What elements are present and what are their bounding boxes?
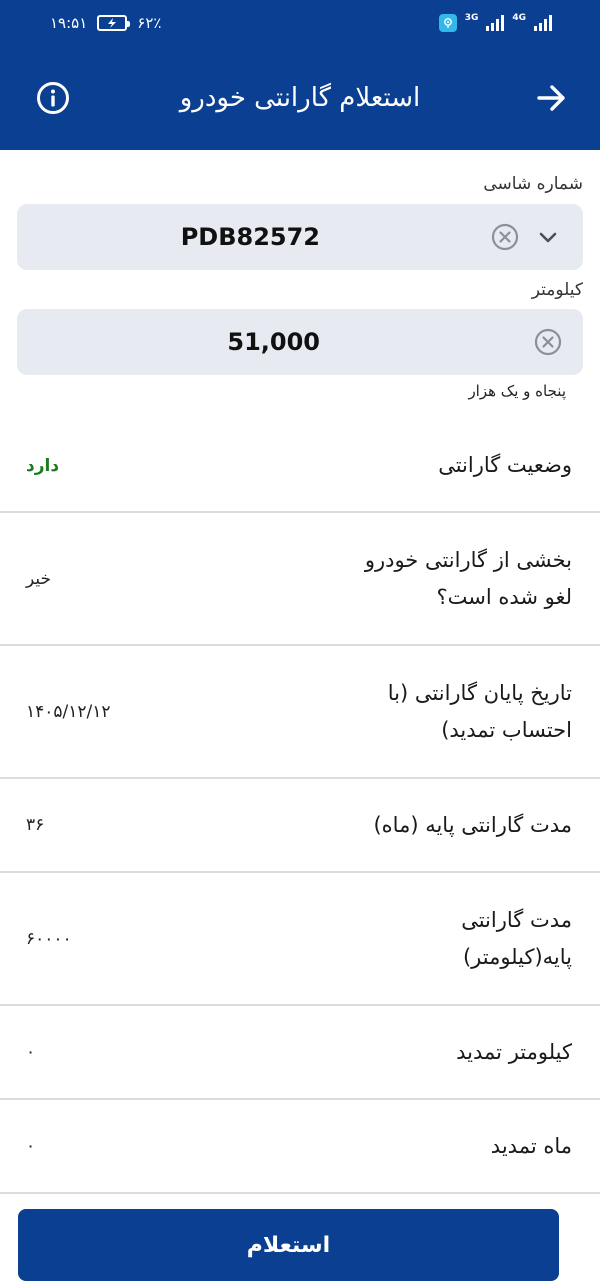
signal-icon-2 (534, 14, 552, 31)
row-value: ۰ (26, 1136, 36, 1156)
result-list: وضعیت گارانتی دارد بخشی از گارانتی خودرو… (0, 420, 600, 1194)
row-value: ۳۶ (26, 815, 45, 835)
clear-icon[interactable] (534, 328, 562, 356)
row-label: مدت گارانتی پایه(کیلومتر) (461, 907, 572, 969)
chevron-down-icon[interactable] (537, 226, 559, 248)
network-tag-3g: 3G (464, 12, 479, 23)
km-words-hint: پنجاه و یک هزار (468, 382, 566, 400)
row-value: خیر (26, 568, 52, 589)
network-tag-4g: 4G (512, 12, 526, 23)
chassis-label: شماره شاسی (483, 174, 583, 194)
signal-icon (486, 14, 505, 31)
chassis-value[interactable]: PDB82572 (181, 204, 320, 270)
km-field[interactable]: 51,000 (17, 309, 583, 375)
row-label: تاریخ پایان گارانتی (با احتساب تمدید) (387, 680, 572, 742)
row-value: دارد (26, 455, 60, 476)
result-row-extension-months: ماه تمدید ۰ (0, 1100, 600, 1194)
page-title: استعلام گارانتی خودرو (179, 82, 421, 113)
hotspot-icon (438, 13, 457, 32)
chassis-field[interactable]: PDB82572 (17, 204, 583, 270)
info-icon[interactable] (36, 81, 70, 115)
result-row-extension-km: کیلومتر تمدید ۰ (0, 1006, 600, 1100)
row-value: ۰ (26, 1042, 36, 1062)
row-label: مدت گارانتی پایه (ماه) (373, 812, 572, 837)
km-value[interactable]: 51,000 (227, 309, 320, 375)
app-bar: استعلام گارانتی خودرو (0, 45, 600, 150)
row-label: ماه تمدید (490, 1133, 572, 1158)
inquiry-button[interactable]: استعلام (18, 1209, 559, 1281)
row-label: بخشی از گارانتی خودرو لغو شده است؟ (364, 547, 572, 609)
clear-icon[interactable] (491, 223, 519, 251)
result-row-end-date: تاریخ پایان گارانتی (با احتساب تمدید) ۱۴… (0, 646, 600, 779)
status-left: ۱۹:۵۱ ۶۲٪ (50, 14, 161, 32)
row-value: ۱۴۰۵/۱۲/۱۲ (26, 701, 111, 722)
back-arrow-icon[interactable] (536, 83, 566, 113)
battery-icon (97, 14, 131, 31)
km-label: کیلومتر (531, 280, 583, 300)
status-right: 3G 4G (438, 12, 552, 32)
status-time: ۱۹:۵۱ (50, 13, 88, 32)
result-row-warranty-status: وضعیت گارانتی دارد (0, 420, 600, 513)
row-value: ۶۰۰۰۰ (26, 928, 72, 949)
result-row-cancelled: بخشی از گارانتی خودرو لغو شده است؟ خیر (0, 513, 600, 646)
status-bar: ۱۹:۵۱ ۶۲٪ 3G 4G (0, 0, 600, 45)
row-label: وضعیت گارانتی (438, 453, 572, 477)
battery-percent: ۶۲٪ (137, 13, 162, 32)
result-row-base-km: مدت گارانتی پایه(کیلومتر) ۶۰۰۰۰ (0, 873, 600, 1006)
row-label: کیلومتر تمدید (456, 1039, 572, 1064)
result-row-base-months: مدت گارانتی پایه (ماه) ۳۶ (0, 779, 600, 873)
